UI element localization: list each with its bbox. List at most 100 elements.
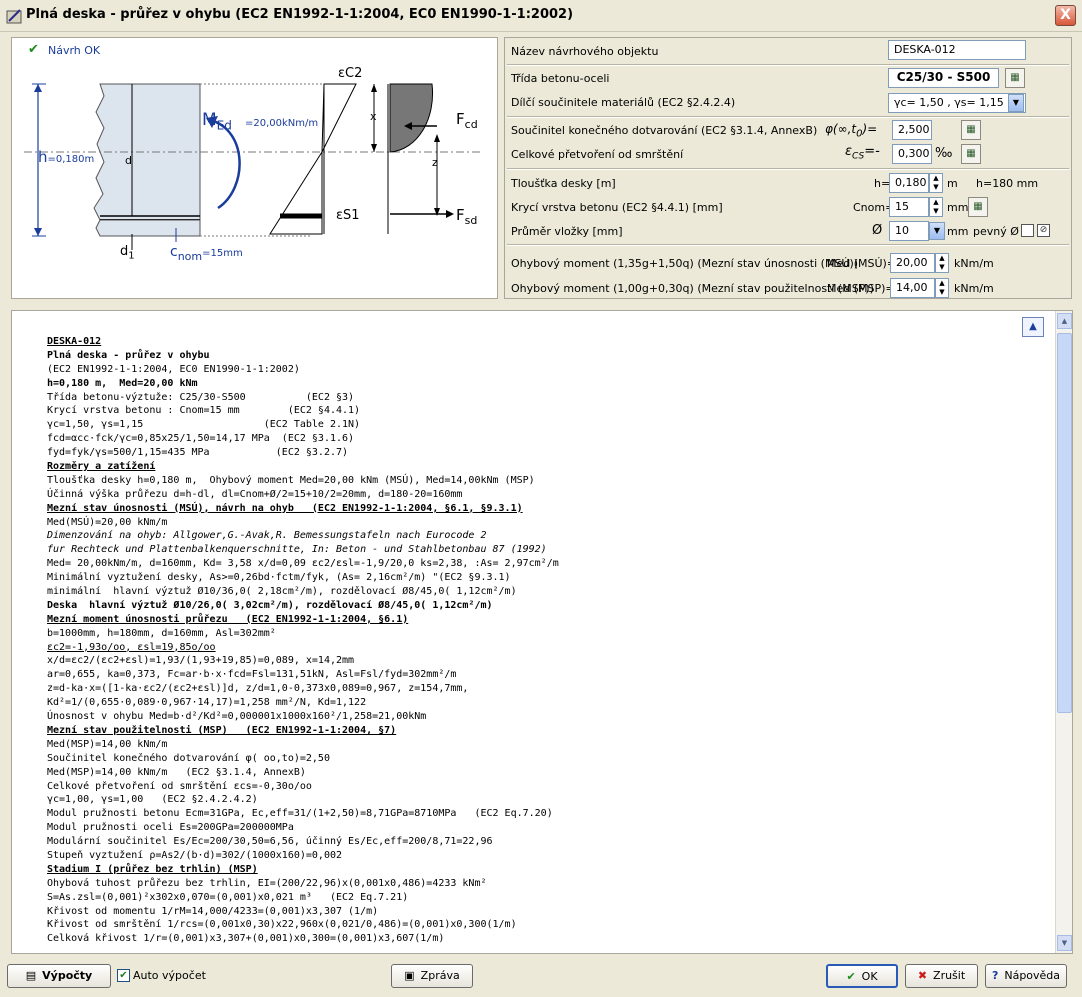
shrinkage-symbol: εCS=- <box>845 144 880 162</box>
input-panel: Název návrhového objektu DESKA-012 Třída… <box>504 37 1072 299</box>
report-line: Plná deska - průřez v ohybu <box>47 349 210 361</box>
close-button[interactable]: X <box>1055 5 1076 26</box>
cover-input[interactable]: 15 <box>889 197 929 217</box>
moment-uls-input[interactable]: 20,00 <box>890 253 935 273</box>
strain-c2-label: εC2 <box>338 66 363 81</box>
report-line: Celková křivost 1/r=(0,001)x3,307+(0,001… <box>47 933 445 945</box>
shrinkage-picker-icon[interactable]: ▦ <box>961 144 981 164</box>
report-line: Mezní stav únosnosti (MSÚ), návrh na ohy… <box>47 502 523 514</box>
d-label: d <box>125 154 132 167</box>
material-picker-icon[interactable]: ▦ <box>1005 68 1025 88</box>
scroll-top-button[interactable]: ▲ <box>1022 317 1044 337</box>
report-line: Součinitel konečného dotvarování φ( oo,t… <box>47 752 330 764</box>
moment-value: =20,00kNm/m <box>245 118 319 129</box>
auto-calc-checkbox[interactable]: ✔ <box>117 969 130 982</box>
diameter-symbol: Ø <box>872 223 883 238</box>
moment-uls-unit: kNm/m <box>954 257 994 270</box>
cnom-label: cnom=15mm <box>170 244 243 263</box>
moment-sls-label: Ohybový moment (1,00g+0,30q) (Mezní stav… <box>511 282 874 295</box>
moment-uls-symbol: Med (MSÚ)= <box>827 257 897 270</box>
moment-sls-symbol: Med (MSP)= <box>827 282 895 295</box>
thickness-label: Tloušťka desky [m] <box>511 177 616 190</box>
window-title: Plná deska - průřez v ohybu (EC2 EN1992-… <box>26 7 574 22</box>
report-line: Celkové přetvoření od smrštění εcs=-0,30… <box>47 780 312 792</box>
moment-sls-input[interactable]: 14,00 <box>890 278 935 298</box>
title-bar: Plná deska - průřez v ohybu (EC2 EN1992-… <box>0 0 1082 32</box>
report-line: Křivost od smrštění 1/rcs=(0,001x0,30)x2… <box>47 919 517 931</box>
z-label: z <box>432 156 438 169</box>
report-button[interactable]: ▣ Zpráva <box>391 964 473 988</box>
chevron-down-icon[interactable]: ▼ <box>929 222 945 240</box>
object-name-input[interactable]: DESKA-012 <box>888 40 1026 60</box>
report-line: Krycí vrstva betonu : Cnom=15 mm (EC2 §4… <box>47 405 361 417</box>
report-line: Dimenzování na ohyb: Allgower,G.-Avak,R.… <box>47 530 487 542</box>
moment-sls-spinner[interactable]: ▲ ▼ <box>935 278 949 298</box>
d1-label: d1 <box>120 244 135 262</box>
report-line: Účinná výška průřezu d=h-dl, dl=Cnom+Ø/2… <box>47 488 463 500</box>
cancel-button[interactable]: ✖ Zrušit <box>905 964 978 988</box>
divider <box>507 244 1069 246</box>
strain-s1-label: εS1 <box>336 208 360 223</box>
scroll-down-arrow-icon[interactable]: ▼ <box>1057 935 1072 951</box>
report-line: Tloušťka desky h=0,180 m, Ohybový moment… <box>47 474 535 486</box>
app-icon <box>6 8 24 24</box>
shrinkage-input[interactable]: 0,300 <box>892 144 932 164</box>
report-line: Křivost od momentu 1/rM=14,000/4233=(0,0… <box>47 905 379 917</box>
diameter-label: Průměr vložky [mm] <box>511 225 623 238</box>
report-line: γc=1,00, γs=1,00 (EC2 §2.4.2.4.2) <box>47 794 258 806</box>
report-icon: ▣ <box>404 969 415 982</box>
report-line: fyd=fyk/γs=500/1,15=435 MPa (EC2 §3.2.7) <box>47 447 349 459</box>
report-line: x/d=εc2/(εc2+εsl)=1,93/(1,93+19,85)=0,08… <box>47 655 355 667</box>
report-line: minimální hlavní výztuž Ø10/36,0( 2,18cm… <box>47 586 517 598</box>
cover-unit: mm <box>947 201 969 214</box>
ok-button[interactable]: ✔ OK <box>826 964 898 988</box>
moment-uls-spinner[interactable]: ▲ ▼ <box>935 253 949 273</box>
calculations-button[interactable]: ▤ Výpočty <box>7 964 111 988</box>
report-line: Stadium I (průřez bez trhlin) (MSP) <box>47 863 258 875</box>
diameter-options-icon[interactable]: ⊘ <box>1037 224 1050 237</box>
report-line: γc=1,50, γs=1,15 (EC2 Table 2.1N) <box>47 419 361 431</box>
fcd-label: Fcd <box>456 110 478 131</box>
report-line: b=1000mm, h=180mm, d=160mm, Asl=302mm² <box>47 627 276 639</box>
h-label: h=0,180m <box>38 148 95 166</box>
chevron-down-icon[interactable]: ▼ <box>1008 94 1024 112</box>
divider <box>507 116 1069 118</box>
x-label: x <box>370 110 377 123</box>
report-line: Med(MSP)=14,00 kNm/m (EC2 §3.1.4, AnnexB… <box>47 766 306 778</box>
report-line: Minimální vyztužení desky, As>=0,26bd·fc… <box>47 572 511 584</box>
cover-picker-icon[interactable]: ▦ <box>968 197 988 217</box>
cover-spinner[interactable]: ▲ ▼ <box>929 197 943 217</box>
thickness-input[interactable]: 0,180 <box>889 173 929 193</box>
fixed-diameter-checkbox[interactable] <box>1021 224 1034 237</box>
report-line: S=As.zsl=(0,001)²x302x0,070=(0,001)x0,02… <box>47 891 409 903</box>
help-button[interactable]: ? Nápověda <box>985 964 1067 988</box>
material-class-input[interactable]: C25/30 - S500 <box>888 68 999 88</box>
report-line: z=d-ka·x=([1-ka·εc2/(εc2+εsl)]d, z/d=1,0… <box>47 683 469 695</box>
scrollbar-thumb[interactable] <box>1057 333 1072 713</box>
shrinkage-unit: ‰ <box>935 146 953 161</box>
design-status: Návrh OK <box>48 44 101 57</box>
partial-factors-label: Dílčí součinitele materiálů (EC2 §2.4.2.… <box>511 96 736 109</box>
report-line: Modulární součinitel Es/Ec=200/30,50=6,5… <box>47 836 493 848</box>
report-line: Med(MSÚ)=20,00 kNm/m <box>47 516 168 528</box>
partial-factors-select[interactable]: γc= 1,50 , γs= 1,15 <box>888 93 1026 113</box>
auto-calc-label: Auto výpočet <box>133 969 206 982</box>
report-line: Med(MSP)=14,00 kNm/m <box>47 738 168 750</box>
report-line: Třída betonu-výztuže: C25/30-S500 (EC2 §… <box>47 391 355 403</box>
report-text: DESKA-012 Plná deska - průřez v ohybu (EC2… <box>47 335 559 946</box>
report-panel: DESKA-012 Plná deska - průřez v ohybu (EC2… <box>11 310 1073 954</box>
vertical-scrollbar[interactable]: ▲ ▼ <box>1055 311 1072 953</box>
report-line: Mezní stav použitelnosti (MSP) (EC2 EN19… <box>47 724 397 736</box>
report-line: Med= 20,00kNm/m, d=160mm, Kd= 3,58 x/d=0… <box>47 558 559 570</box>
scroll-up-arrow-icon[interactable]: ▲ <box>1057 313 1072 329</box>
creep-input[interactable]: 2,500 <box>892 120 932 140</box>
creep-picker-icon[interactable]: ▦ <box>961 120 981 140</box>
report-line: Deska hlavní výztuž Ø10/26,0( 3,02cm²/m)… <box>47 599 493 611</box>
report-line: Rozměry a zatížení <box>47 461 156 473</box>
thickness-symbol: h= <box>874 177 891 190</box>
thickness-spinner[interactable]: ▲ ▼ <box>929 173 943 193</box>
report-line: (EC2 EN1992-1-1:2004, EC0 EN1990-1-1:200… <box>47 363 300 375</box>
report-line: εc2=-1,93o/oo, εsl=19,85o/oo <box>47 641 216 653</box>
diameter-input[interactable]: 10 <box>889 221 929 241</box>
report-line: Stupeň vyztužení ρ=As2/(b·d)=302/(1000x1… <box>47 849 343 861</box>
